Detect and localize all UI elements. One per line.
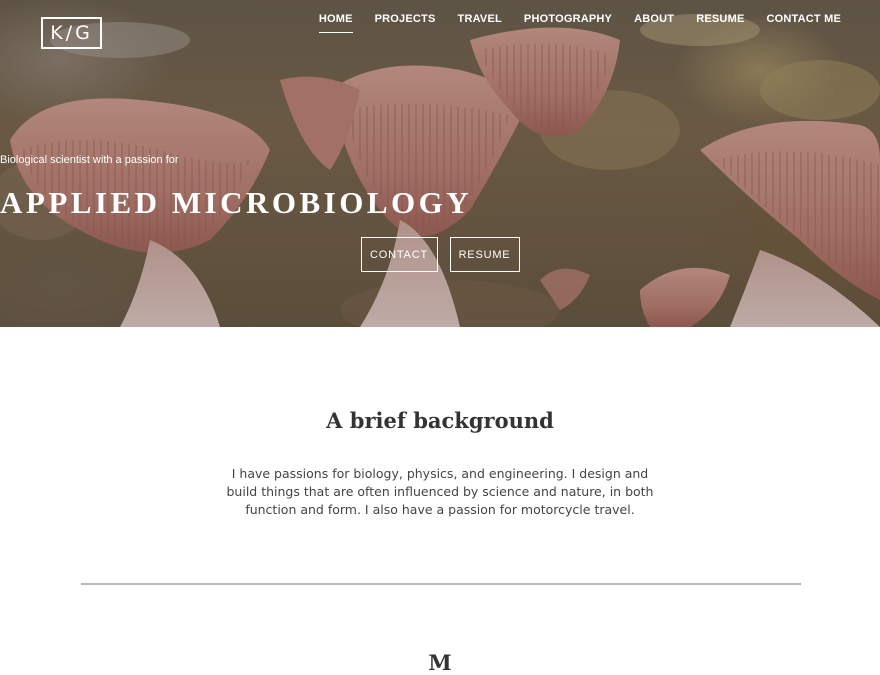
hero-tagline: Biological scientist with a passion for [0, 154, 179, 166]
section-body-text: I have passions for biology, physics, an… [226, 466, 654, 517]
hero-button-group: CONTACT RESUME [0, 237, 880, 272]
hero-banner: K/G HOME PROJECTS TRAVEL PHOTOGRAPHY ABO… [0, 0, 880, 327]
nav-home[interactable]: HOME [318, 13, 353, 33]
main-nav: HOME PROJECTS TRAVEL PHOTOGRAPHY ABOUT R… [297, 13, 841, 33]
nav-about[interactable]: ABOUT [634, 13, 674, 33]
hero-headline: APPLIED MICROBIOLOGY [0, 185, 473, 220]
nav-contact-me[interactable]: CONTACT ME [766, 13, 841, 33]
section-divider [81, 583, 801, 585]
next-section-title: M [428, 650, 452, 675]
nav-resume[interactable]: RESUME [696, 13, 744, 33]
nav-travel[interactable]: TRAVEL [458, 13, 502, 33]
site-logo[interactable]: K/G [41, 17, 102, 49]
nav-projects[interactable]: PROJECTS [375, 13, 436, 33]
section-title: A brief background [326, 408, 554, 433]
contact-button[interactable]: CONTACT [360, 237, 438, 272]
nav-photography[interactable]: PHOTOGRAPHY [524, 13, 612, 33]
resume-button[interactable]: RESUME [449, 237, 520, 272]
